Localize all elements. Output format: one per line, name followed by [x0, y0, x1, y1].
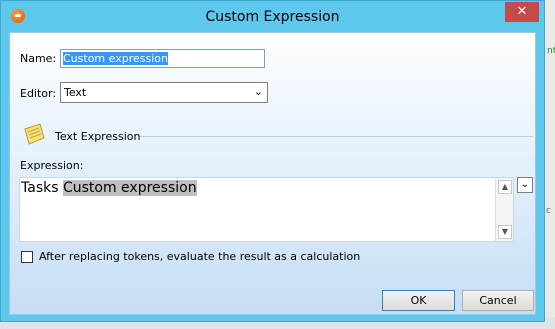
editor-label: Editor: — [20, 87, 57, 100]
editor-select-value: Text — [64, 86, 87, 99]
expression-text-plain: Tasks — [21, 180, 63, 196]
expression-textarea[interactable]: Tasks Custom expression ▲ ▼ — [19, 177, 514, 242]
ok-button[interactable]: OK — [382, 290, 455, 311]
notepad-icon — [24, 123, 45, 145]
expression-text: Tasks Custom expression — [21, 180, 197, 196]
expression-text-highlighted: Custom expression — [62, 180, 197, 196]
expression-label: Expression: — [20, 159, 84, 172]
checkbox-label: After replacing tokens, evaluate the res… — [39, 250, 361, 263]
dialog-title: Custom Expression — [205, 9, 340, 25]
name-input-selected-text: Custom expression — [63, 52, 168, 65]
section-title: Text Expression — [55, 130, 141, 143]
custom-expression-dialog: Custom Expression ✕ Name: Custom express… — [0, 0, 545, 322]
name-input[interactable]: Custom expression — [60, 49, 265, 68]
evaluate-as-calculation-checkbox[interactable] — [21, 251, 33, 263]
title-bar[interactable]: Custom Expression ✕ — [1, 1, 544, 32]
cancel-button[interactable]: Cancel — [462, 290, 534, 311]
scroll-up-icon[interactable]: ▲ — [498, 180, 512, 194]
dialog-body: Name: Custom expression Editor: Text ⌄ T… — [9, 32, 536, 315]
background-text: nt — [547, 46, 555, 56]
scroll-down-icon[interactable]: ▼ — [498, 225, 512, 239]
vertical-scrollbar[interactable]: ▲ ▼ — [495, 178, 513, 241]
expression-menu-button[interactable]: ⌄ — [517, 177, 533, 193]
chevron-down-icon: ⌄ — [253, 85, 263, 98]
background-text: c — [546, 206, 551, 216]
chevron-down-icon: ⌄ — [520, 179, 530, 190]
close-button[interactable]: ✕ — [505, 2, 539, 22]
editor-select[interactable]: Text ⌄ — [60, 82, 268, 103]
close-icon: ✕ — [516, 4, 528, 19]
name-label: Name: — [20, 52, 57, 65]
section-divider — [140, 136, 533, 137]
